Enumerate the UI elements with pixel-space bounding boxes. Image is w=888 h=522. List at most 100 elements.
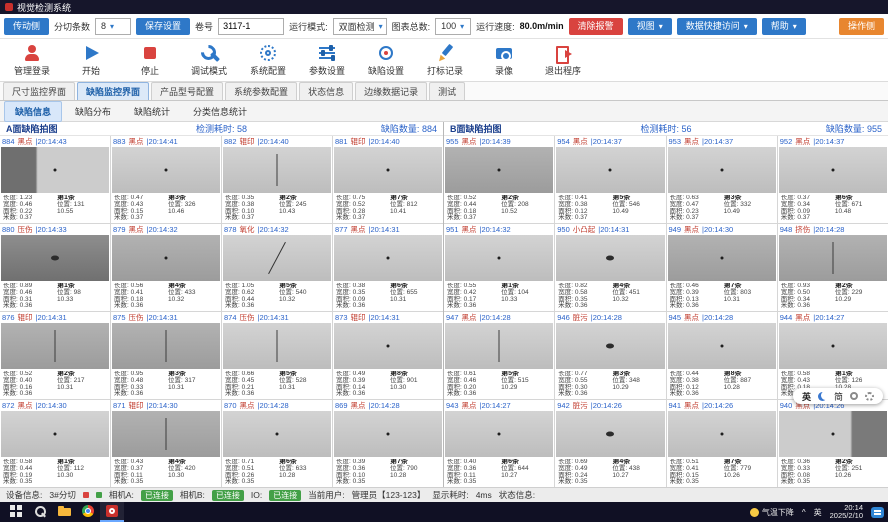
tab-2[interactable]: 产品型号配置 <box>151 82 223 100</box>
defect-card[interactable]: 872黑点|20:14:30长度: 0.58宽度: 0.44面积: 0.19米数… <box>0 400 110 487</box>
defect-image[interactable] <box>779 147 887 193</box>
defect-card[interactable]: 874压伤|20:14:31长度: 0.66宽度: 0.45面积: 0.21米数… <box>222 312 332 399</box>
strip-count-select[interactable]: 8 <box>95 18 131 35</box>
defect-card[interactable]: 943黑点|20:14:27长度: 0.40宽度: 0.36面积: 0.11米数… <box>444 400 554 487</box>
defect-card[interactable]: 880压伤|20:14:33长度: 0.89宽度: 0.46面积: 0.31米数… <box>0 224 110 311</box>
stop-button[interactable]: 停止 <box>122 42 178 79</box>
defect-card[interactable]: 942脏污|20:14:26长度: 0.69宽度: 0.49面积: 0.24米数… <box>555 400 665 487</box>
defect-card[interactable]: 955黑点|20:14:39长度: 0.52宽度: 0.44面积: 0.18米数… <box>444 136 554 223</box>
defect-image[interactable] <box>556 323 664 369</box>
subtab-2[interactable]: 缺陷统计 <box>124 102 180 121</box>
defect-image[interactable] <box>668 235 776 281</box>
defect-image[interactable] <box>334 235 442 281</box>
operate-side-button[interactable]: 操作侧 <box>839 18 884 35</box>
defect-card[interactable]: 952黑点|20:14:37长度: 0.37宽度: 0.34面积: 0.09米数… <box>778 136 888 223</box>
mark-record-button[interactable]: 打标记录 <box>417 42 473 79</box>
defect-image[interactable] <box>112 323 220 369</box>
defect-card[interactable]: 883黑点|20:14:41长度: 0.47宽度: 0.43面积: 0.15米数… <box>111 136 221 223</box>
defect-image[interactable] <box>112 411 220 457</box>
defect-card[interactable]: 873辊印|20:14:31长度: 0.49宽度: 0.39面积: 0.14米数… <box>333 312 443 399</box>
defect-image[interactable] <box>556 411 664 457</box>
debug-mode-button[interactable]: 调试模式 <box>181 42 237 79</box>
defect-card[interactable]: 878氧化|20:14:32长度: 1.05宽度: 0.62面积: 0.44米数… <box>222 224 332 311</box>
defect-card[interactable]: 871辊印|20:14:30长度: 0.43宽度: 0.37面积: 0.11米数… <box>111 400 221 487</box>
system-config-button[interactable]: 系统配置 <box>240 42 296 79</box>
save-settings-button[interactable]: 保存设置 <box>136 18 190 35</box>
defect-card[interactable]: 941黑点|20:14:26长度: 0.51宽度: 0.41面积: 0.15米数… <box>667 400 777 487</box>
defect-image[interactable] <box>779 235 887 281</box>
notification-center-icon[interactable] <box>871 507 884 518</box>
defect-image[interactable] <box>112 235 220 281</box>
defect-card[interactable]: 879黑点|20:14:32长度: 0.56宽度: 0.41面积: 0.18米数… <box>111 224 221 311</box>
ime-settings-icon[interactable] <box>865 392 874 401</box>
defect-card[interactable]: 954黑点|20:14:37长度: 0.41宽度: 0.38面积: 0.12米数… <box>555 136 665 223</box>
defect-card[interactable]: 884黑点|20:14:43长度: 1.23宽度: 0.46面积: 0.22米数… <box>0 136 110 223</box>
defect-card[interactable]: 882辊印|20:14:40长度: 0.35宽度: 0.38面积: 0.10米数… <box>222 136 332 223</box>
param-settings-button[interactable]: 参数设置 <box>299 42 355 79</box>
drive-side-button[interactable]: 传动侧 <box>4 18 49 35</box>
defect-card[interactable]: 946脏污|20:14:28长度: 0.77宽度: 0.55面积: 0.30米数… <box>555 312 665 399</box>
defect-image[interactable] <box>445 235 553 281</box>
defect-image[interactable] <box>445 323 553 369</box>
tab-1[interactable]: 缺陷监控界面 <box>77 82 149 100</box>
taskbar-inspection-app-button[interactable] <box>100 502 124 522</box>
clear-alarm-button[interactable]: 清除报警 <box>569 18 623 35</box>
defect-image[interactable] <box>668 147 776 193</box>
subtab-3[interactable]: 分类信息统计 <box>183 102 257 121</box>
defect-card[interactable]: 949黑点|20:14:30长度: 0.46宽度: 0.39面积: 0.13米数… <box>667 224 777 311</box>
subtab-0[interactable]: 缺陷信息 <box>4 101 62 122</box>
defect-image[interactable] <box>223 323 331 369</box>
defect-card[interactable]: 876辊印|20:14:31长度: 0.52宽度: 0.40面积: 0.16米数… <box>0 312 110 399</box>
defect-card[interactable]: 881辊印|20:14:40长度: 0.75宽度: 0.52面积: 0.28米数… <box>333 136 443 223</box>
defect-card[interactable]: 948挤伤|20:14:28长度: 0.93宽度: 0.50面积: 0.34米数… <box>778 224 888 311</box>
clock[interactable]: 20:142025/2/10 <box>830 504 863 521</box>
defect-image[interactable] <box>1 411 109 457</box>
weather-widget[interactable]: 气温下降 <box>750 507 794 518</box>
tab-3[interactable]: 系统参数配置 <box>225 82 297 100</box>
moon-icon[interactable] <box>818 392 827 401</box>
defect-image[interactable] <box>556 235 664 281</box>
defect-image[interactable] <box>334 147 442 193</box>
defect-image[interactable] <box>1 147 109 193</box>
defect-card[interactable]: 951黑点|20:14:32长度: 0.55宽度: 0.42面积: 0.17米数… <box>444 224 554 311</box>
taskbar-explorer-button[interactable] <box>52 502 76 522</box>
defect-image[interactable] <box>223 147 331 193</box>
defect-card[interactable]: 947黑点|20:14:28长度: 0.61宽度: 0.46面积: 0.20米数… <box>444 312 554 399</box>
tab-5[interactable]: 边缘数据记录 <box>355 82 427 100</box>
help-menu-button[interactable]: 帮助 <box>762 18 806 35</box>
defect-image[interactable] <box>556 147 664 193</box>
chart-total-select[interactable]: 100 <box>435 18 471 35</box>
defect-card[interactable]: 875压伤|20:14:31长度: 0.95宽度: 0.48面积: 0.33米数… <box>111 312 221 399</box>
defect-card[interactable]: 950小凸起|20:14:31长度: 0.82宽度: 0.58面积: 0.35米… <box>555 224 665 311</box>
start-button[interactable] <box>4 502 28 522</box>
defect-image[interactable] <box>779 411 887 457</box>
defect-image[interactable] <box>334 323 442 369</box>
defect-card[interactable]: 869黑点|20:14:28长度: 0.39宽度: 0.36面积: 0.10米数… <box>333 400 443 487</box>
taskbar-browser-button[interactable] <box>76 502 100 522</box>
ime-simplified-toggle[interactable]: 简 <box>834 390 843 403</box>
defect-card[interactable]: 870黑点|20:14:28长度: 0.71宽度: 0.51面积: 0.26米数… <box>222 400 332 487</box>
tab-4[interactable]: 状态信息 <box>299 82 353 100</box>
defect-card[interactable]: 877黑点|20:14:31长度: 0.38宽度: 0.35面积: 0.09米数… <box>333 224 443 311</box>
record-button[interactable]: 录像 <box>476 42 532 79</box>
ime-english-toggle[interactable]: 英 <box>802 390 811 403</box>
defect-card[interactable]: 945黑点|20:14:28长度: 0.44宽度: 0.38面积: 0.12米数… <box>667 312 777 399</box>
subtab-1[interactable]: 缺陷分布 <box>65 102 121 121</box>
defect-image[interactable] <box>334 411 442 457</box>
language-indicator[interactable]: 英 <box>814 507 822 518</box>
manage-login-button[interactable]: 管理登录 <box>4 42 60 79</box>
ime-toolbar[interactable]: 英 简 <box>793 388 883 404</box>
defect-image[interactable] <box>445 411 553 457</box>
tab-6[interactable]: 测试 <box>429 82 465 100</box>
exit-button[interactable]: 退出程序 <box>535 42 591 79</box>
defect-image[interactable] <box>668 411 776 457</box>
defect-card[interactable]: 944黑点|20:14:27长度: 0.58宽度: 0.43面积: 0.18米数… <box>778 312 888 399</box>
ime-circle-icon[interactable] <box>850 392 858 400</box>
tab-0[interactable]: 尺寸监控界面 <box>3 82 75 100</box>
data-quick-access-menu-button[interactable]: 数据快捷访问 <box>677 18 757 35</box>
defect-card[interactable]: 953黑点|20:14:37长度: 0.63宽度: 0.47面积: 0.23米数… <box>667 136 777 223</box>
taskbar-search-button[interactable] <box>28 502 52 522</box>
defect-image[interactable] <box>445 147 553 193</box>
start-button[interactable]: 开始 <box>63 42 119 79</box>
defect-image[interactable] <box>668 323 776 369</box>
